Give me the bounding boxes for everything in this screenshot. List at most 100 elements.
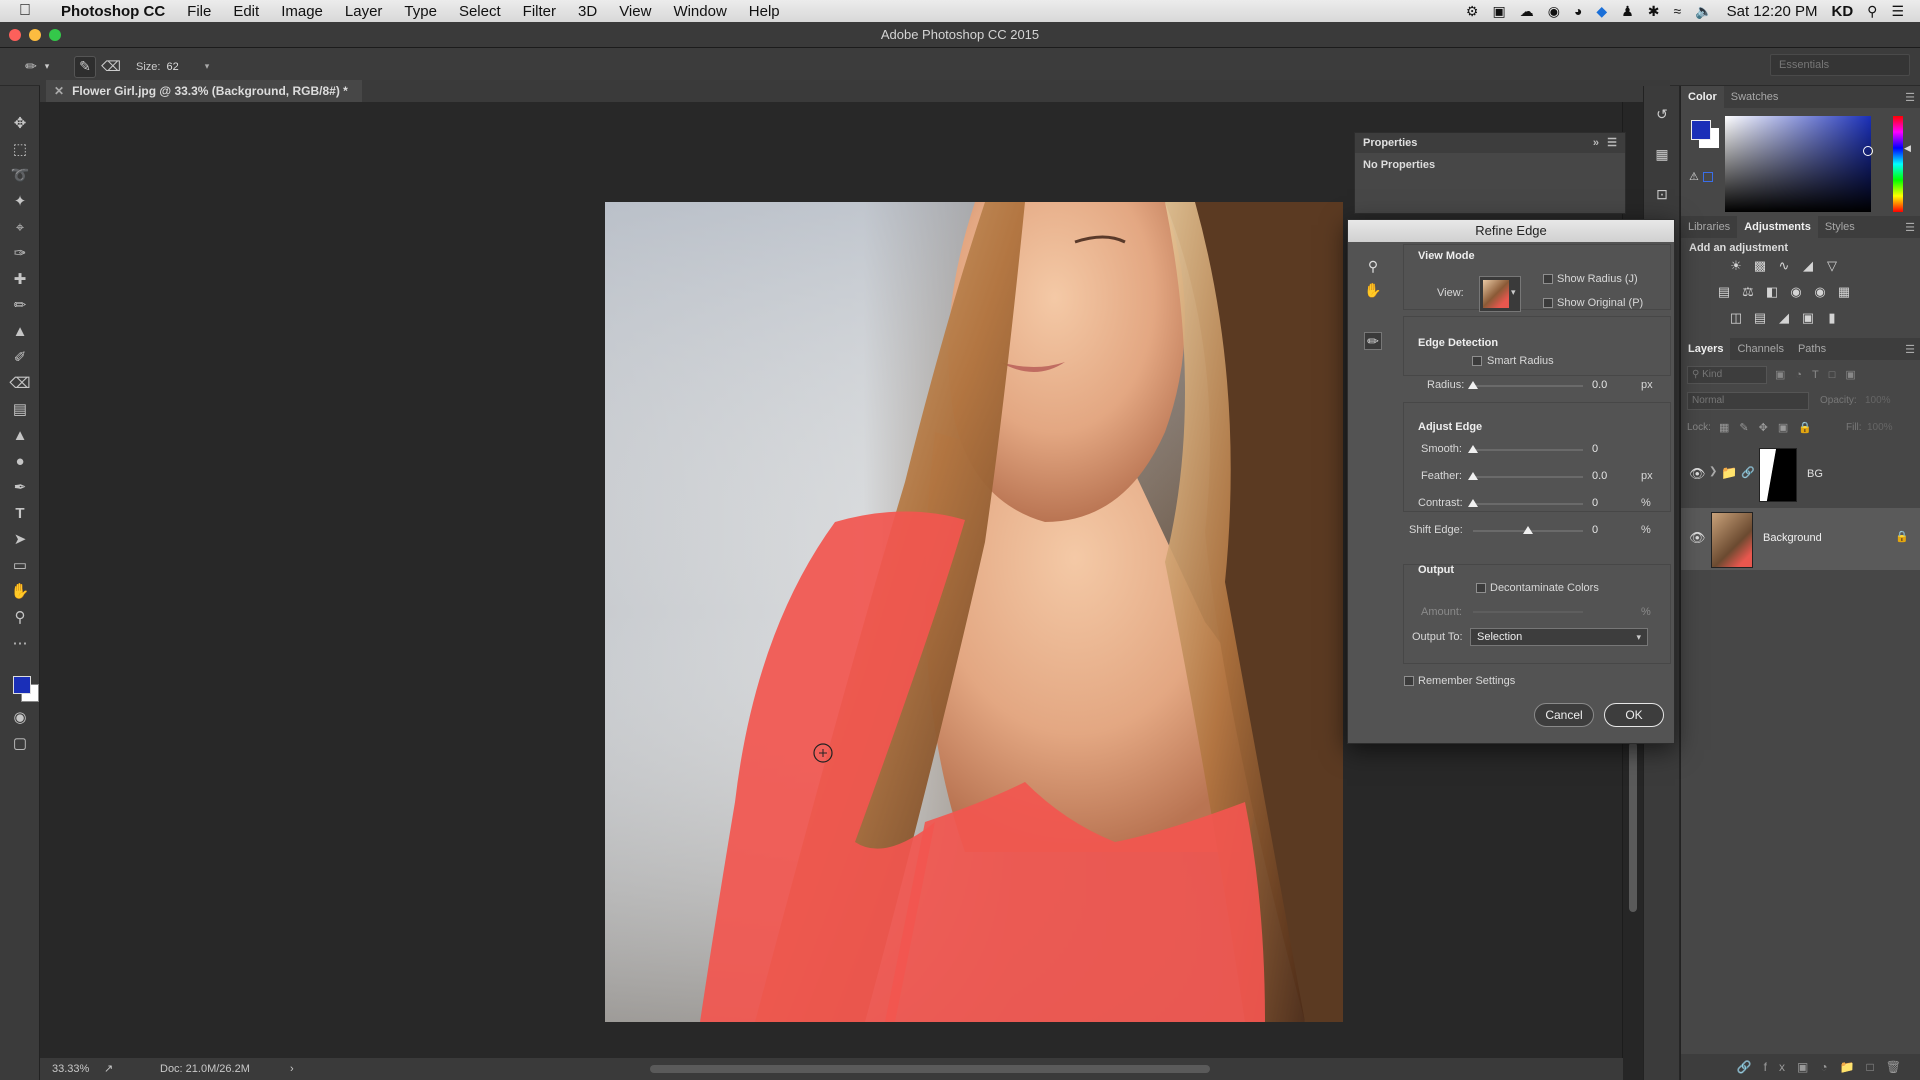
shift-edge-value[interactable]: 0 (1592, 524, 1598, 536)
zoom-tool-icon[interactable]: ⚲ (1364, 258, 1382, 276)
crop-tool-icon[interactable]: ⌖ (8, 216, 32, 238)
brightness-contrast-icon[interactable]: ☀ (1727, 258, 1745, 274)
menu-window[interactable]: Window (662, 3, 737, 20)
layer-filter-icons[interactable]: ▣◔T□▣ (1775, 368, 1866, 381)
contrast-slider-handle[interactable] (1468, 499, 1478, 507)
lock-icons[interactable]: ▦✎✥▣🔒 (1719, 421, 1822, 434)
hue-slider-pointer-icon[interactable]: ◀ (1904, 143, 1911, 154)
actions-panel-icon[interactable]: ⊡ (1650, 182, 1674, 206)
expand-group-icon[interactable]: ❯ (1709, 466, 1717, 477)
color-foreground-swatch[interactable] (1691, 120, 1711, 140)
properties-panel-icon[interactable]: ▦ (1650, 142, 1674, 166)
quick-selection-tool-icon[interactable]: ✦ (8, 190, 32, 212)
tab-color[interactable]: Color (1681, 86, 1724, 108)
layers-panel-menu-icon[interactable]: ☰ (1905, 343, 1920, 356)
history-panel-icon[interactable]: ↺ (1650, 102, 1674, 126)
tab-channels[interactable]: Channels (1730, 338, 1790, 360)
gradient-map-icon[interactable]: ▮ (1823, 310, 1841, 326)
layer-name[interactable]: BG (1807, 468, 1823, 480)
marquee-tool-icon[interactable]: ⬚ (8, 138, 32, 160)
mask-link-icon[interactable]: 🔗 (1741, 466, 1755, 479)
feather-value[interactable]: 0.0 (1592, 470, 1607, 482)
foreground-color-swatch[interactable] (13, 676, 31, 694)
layer-row-background[interactable]: 👁 Background 🔒 (1681, 508, 1920, 570)
dodge-tool-icon[interactable]: ● (8, 450, 32, 472)
tab-layers[interactable]: Layers (1681, 338, 1731, 360)
blend-mode-select[interactable]: Normal (1687, 392, 1809, 410)
radius-value[interactable]: 0.0 (1592, 379, 1607, 391)
fill-value[interactable]: 100% (1867, 422, 1893, 433)
helmet-icon[interactable]: ◕ (1574, 3, 1582, 19)
shift-edge-slider-handle[interactable] (1523, 526, 1533, 534)
feather-slider[interactable] (1473, 476, 1583, 478)
tab-swatches[interactable]: Swatches (1724, 86, 1786, 108)
bluetooth-icon[interactable]: ✱ (1648, 3, 1660, 20)
screen-capture-icon[interactable]: ▣ (1492, 3, 1505, 20)
cloud-icon[interactable]: ☁ (1520, 3, 1534, 20)
zoom-window-button[interactable] (49, 29, 61, 41)
tab-styles[interactable]: Styles (1818, 216, 1862, 238)
panel-menu-icon[interactable]: ☰ (1607, 133, 1617, 153)
layer-name[interactable]: Background (1763, 532, 1822, 544)
notification-list-icon[interactable]: ☰ (1891, 3, 1904, 20)
workspace-switcher[interactable]: Essentials (1770, 54, 1910, 76)
hue-saturation-icon[interactable]: ▤ (1715, 284, 1733, 300)
view-dropdown-icon[interactable]: ▾ (1511, 287, 1516, 298)
layer-thumbnail[interactable] (1711, 512, 1753, 568)
menu-file[interactable]: File (176, 3, 222, 20)
hand-tool-icon[interactable]: ✋ (8, 580, 32, 602)
horizontal-scrollbar[interactable] (650, 1065, 1210, 1073)
remember-settings-checkbox[interactable] (1404, 676, 1414, 686)
posterize-icon[interactable]: ▤ (1751, 310, 1769, 326)
curves-icon[interactable]: ∿ (1775, 258, 1793, 274)
web-safe-color-icon[interactable] (1703, 172, 1713, 182)
exposure-icon[interactable]: ◢ (1799, 258, 1817, 274)
contrast-value[interactable]: 0 (1592, 497, 1598, 509)
radius-slider[interactable] (1473, 385, 1583, 387)
pen-tool-icon[interactable]: ✒ (8, 476, 32, 498)
color-balance-icon[interactable]: ⚖ (1739, 284, 1757, 300)
show-original-checkbox[interactable] (1543, 298, 1553, 308)
show-radius-checkbox[interactable] (1543, 274, 1553, 284)
screen-mode-icon[interactable]: ▢ (8, 732, 32, 754)
refine-radius-tool-icon[interactable]: ✏ (20, 56, 42, 78)
layer-row-bg[interactable]: 👁 ❯ 📁 🔗 BG (1681, 444, 1920, 506)
brush-tool-icon[interactable]: ✏ (8, 294, 32, 316)
photo-filter-icon[interactable]: ◉ (1787, 284, 1805, 300)
eyedropper-tool-icon[interactable]: ✑ (8, 242, 32, 264)
smooth-slider-handle[interactable] (1468, 445, 1478, 453)
refine-radius-brush-icon[interactable]: ✏ (1364, 332, 1382, 350)
status-menu-arrow-icon[interactable]: › (290, 1058, 294, 1080)
collapse-panel-icon[interactable]: » (1593, 133, 1599, 153)
more-tools-icon[interactable]: ⋯ (8, 632, 32, 654)
history-brush-tool-icon[interactable]: ✐ (8, 346, 32, 368)
refine-brush-icon[interactable]: ✎ (74, 55, 96, 78)
output-to-select[interactable]: Selection ▾ (1470, 628, 1648, 646)
erase-refinements-icon[interactable]: ⌫ (100, 56, 122, 78)
tab-libraries[interactable]: Libraries (1681, 216, 1737, 238)
black-white-icon[interactable]: ◧ (1763, 284, 1781, 300)
feather-slider-handle[interactable] (1468, 472, 1478, 480)
volume-icon[interactable]: 🔈 (1695, 3, 1712, 20)
eraser-tool-icon[interactable]: ⌫ (8, 372, 32, 394)
smart-radius-checkbox[interactable] (1472, 356, 1482, 366)
color-picker-cursor[interactable] (1863, 146, 1873, 156)
contrast-slider[interactable] (1473, 503, 1583, 505)
clone-stamp-tool-icon[interactable]: ▲ (8, 320, 32, 342)
color-picker-field[interactable] (1725, 116, 1873, 212)
size-value[interactable]: 62 (166, 61, 178, 73)
menu-filter[interactable]: Filter (512, 3, 567, 20)
menu-layer[interactable]: Layer (334, 3, 394, 20)
tool-preset-dropdown-icon[interactable]: ▾ (42, 56, 52, 78)
levels-icon[interactable]: ▩ (1751, 258, 1769, 274)
gamut-warning-icon[interactable]: ⚠ (1689, 170, 1699, 183)
tab-adjustments[interactable]: Adjustments (1737, 216, 1818, 238)
document-tab[interactable]: ✕ Flower Girl.jpg @ 33.3% (Background, RG… (46, 80, 362, 102)
creative-cloud-icon[interactable]: ◉ (1548, 3, 1560, 20)
amount-slider[interactable] (1473, 611, 1583, 613)
invert-icon[interactable]: ◫ (1727, 310, 1745, 326)
document-image[interactable] (605, 202, 1343, 1022)
menu-edit[interactable]: Edit (222, 3, 270, 20)
menu-3d[interactable]: 3D (567, 3, 608, 20)
radius-slider-handle[interactable] (1468, 381, 1478, 389)
